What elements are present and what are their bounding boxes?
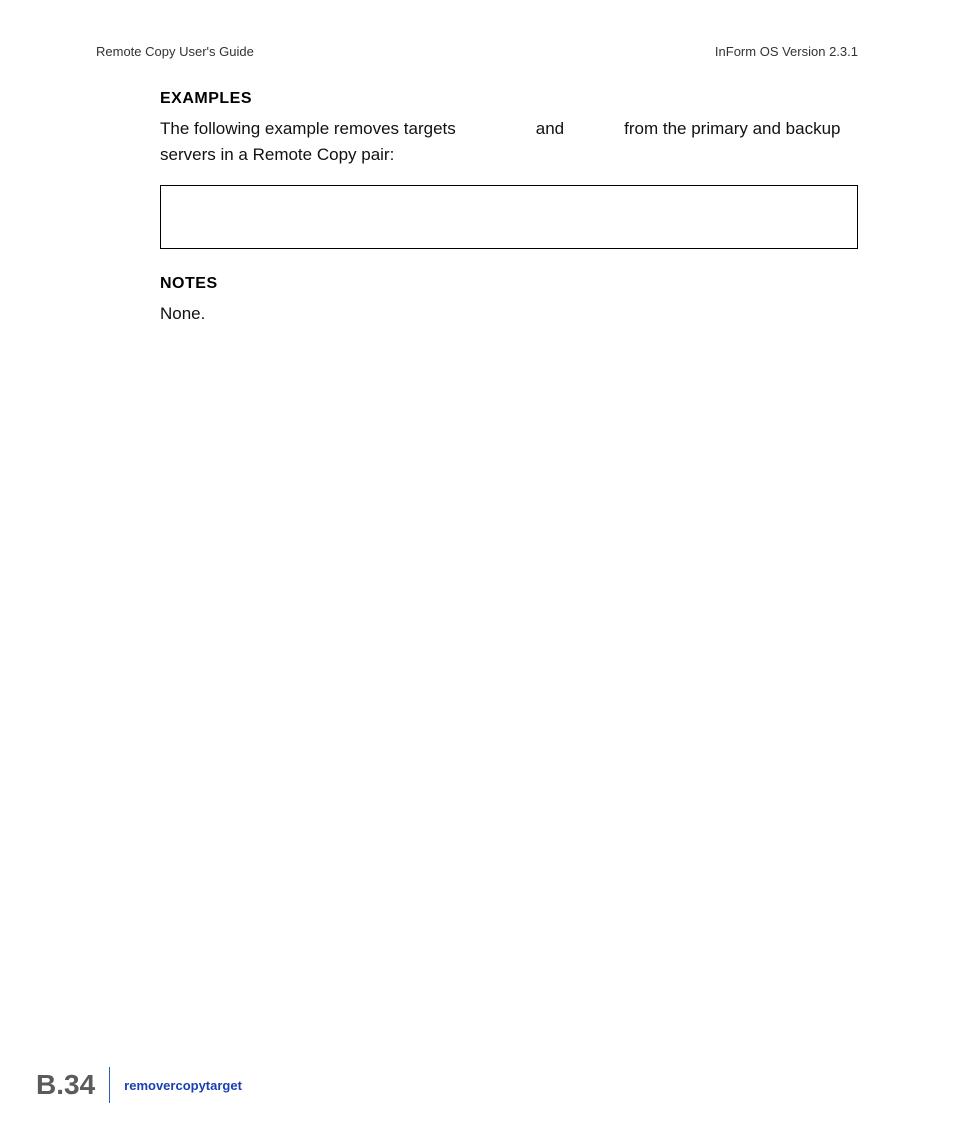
examples-paragraph: The following example removes targets and… [160, 116, 858, 167]
examples-para-and: and [536, 119, 564, 138]
examples-para-part1: The following example removes targets [160, 119, 456, 138]
page-number: B.34 [36, 1069, 109, 1101]
code-example-box [160, 185, 858, 249]
header-left-title: Remote Copy User's Guide [96, 44, 254, 59]
header-right-version: InForm OS Version 2.3.1 [715, 44, 858, 59]
notes-body: None. [160, 301, 858, 327]
footer-divider [109, 1067, 110, 1103]
footer-section-label: removercopytarget [124, 1078, 242, 1093]
main-content: EXAMPLES The following example removes t… [160, 90, 858, 345]
page-footer: B.34 removercopytarget [36, 1067, 242, 1103]
section-heading-examples: EXAMPLES [160, 90, 858, 108]
section-heading-notes: NOTES [160, 275, 858, 293]
